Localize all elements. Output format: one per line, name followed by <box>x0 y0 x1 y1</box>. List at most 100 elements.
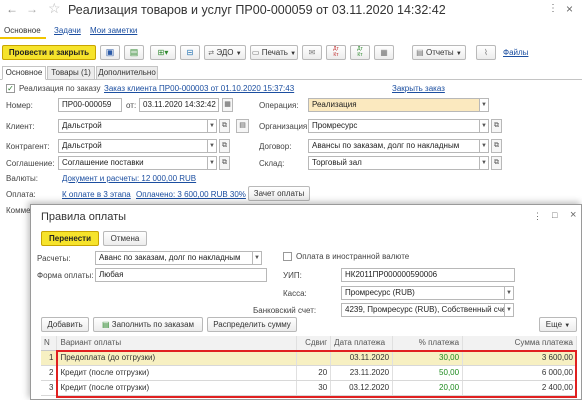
edo-button[interactable]: ⇄ ЭДО ▼ <box>204 45 246 60</box>
favorite-star-icon[interactable]: ☆ <box>48 0 61 17</box>
chevron-down-icon: ▼ <box>564 323 571 329</box>
tab-main[interactable]: Основное <box>2 66 46 80</box>
tab-goods[interactable]: Товары (1) <box>47 66 95 80</box>
operation-dropdown[interactable]: ▼ <box>479 98 489 112</box>
transfer-button[interactable]: Перенести <box>41 231 99 246</box>
organization-label: Организация: <box>259 122 310 131</box>
from-label: от: <box>126 101 137 110</box>
envelope-icon: ✉ <box>308 48 316 57</box>
add-button[interactable]: Добавить <box>41 317 89 332</box>
col-variant[interactable]: Вариант оплаты <box>56 336 298 351</box>
dt-kt-2-button[interactable]: Дт Кт <box>350 45 370 60</box>
more-dots-icon[interactable]: ⋮ <box>548 3 558 14</box>
order-link[interactable]: Заказ клиента ПР00-000003 от 01.10.2020 … <box>104 84 294 93</box>
warehouse-field[interactable]: Торговый зал <box>308 156 480 170</box>
more-button[interactable]: Еще ▼ <box>539 317 577 332</box>
warehouse-label: Склад: <box>259 159 285 168</box>
forward-arrow-icon[interactable]: → <box>26 2 38 16</box>
bank-account-label: Банковский счет: <box>253 306 317 315</box>
agreement-dropdown[interactable]: ▼ <box>207 156 217 170</box>
number-label: Номер: <box>6 101 33 110</box>
organization-field[interactable]: Промресурс <box>308 119 480 133</box>
row-n: 1 <box>41 350 58 366</box>
client-card-button[interactable]: ▤ <box>236 119 249 133</box>
organization-open-button[interactable]: ⧉ <box>491 119 502 133</box>
paid-link[interactable]: Оплачено: 3 600,00 RUB 30% <box>136 190 246 199</box>
close-icon[interactable]: × <box>566 2 573 16</box>
chevron-down-icon: ▼ <box>481 160 487 166</box>
post-button[interactable]: ▤ <box>124 45 144 60</box>
contract-open-button[interactable]: ⧉ <box>491 139 502 153</box>
payment-offset-button[interactable]: Зачет оплаты <box>248 186 310 201</box>
distribute-sum-button[interactable]: Распределить сумму <box>207 317 297 332</box>
nav-notes[interactable]: Мои заметки <box>90 26 137 35</box>
contract-field[interactable]: Авансы по заказам, долг по накладным <box>308 139 480 153</box>
uip-field[interactable]: НК2011ПР000000590006 <box>341 268 515 282</box>
print-label: Печать <box>261 48 288 57</box>
warehouse-open-button[interactable]: ⧉ <box>491 156 502 170</box>
nav-tasks[interactable]: Задачи <box>54 26 81 35</box>
number-field[interactable]: ПР00-000059 <box>58 98 122 112</box>
agreement-open-button[interactable]: ⧉ <box>219 156 230 170</box>
col-date[interactable]: Дата платежа <box>330 336 394 351</box>
col-sum[interactable]: Сумма платежа <box>462 336 577 351</box>
edo-label: ЭДО <box>216 48 234 57</box>
foreign-currency-label: Оплата в иностранной валюте <box>296 252 410 261</box>
print-button[interactable]: ▭ Печать ▼ <box>250 45 298 60</box>
files-link[interactable]: Файлы <box>503 48 528 57</box>
close-icon[interactable]: × <box>570 209 576 221</box>
payment-form-field[interactable]: Любая <box>95 268 267 282</box>
close-order-link[interactable]: Закрыть заказ <box>392 84 445 93</box>
date-field[interactable]: 03.11.2020 14:32:42 <box>139 98 219 112</box>
organization-dropdown[interactable]: ▼ <box>479 119 489 133</box>
warehouse-dropdown[interactable]: ▼ <box>479 156 489 170</box>
attach-button[interactable]: ⌇ <box>476 45 496 60</box>
client-open-button[interactable]: ⧉ <box>219 119 230 133</box>
operation-field[interactable]: Реализация <box>308 98 480 112</box>
bank-account-field[interactable]: 4239, Промресурс (RUB), Собственный счет <box>341 303 505 317</box>
counterparty-open-button[interactable]: ⧉ <box>219 139 230 153</box>
foreign-currency-checkbox[interactable] <box>283 252 292 261</box>
reports-button[interactable]: ▤ Отчеты ▼ <box>412 45 466 60</box>
tab-additional[interactable]: Дополнительно <box>96 66 158 80</box>
save-button[interactable]: ▣ <box>100 45 120 60</box>
by-order-checkbox[interactable]: ✓ <box>6 84 15 93</box>
counterparty-field[interactable]: Дальстрой <box>58 139 208 153</box>
mail-button[interactable]: ✉ <box>302 45 322 60</box>
counterparty-dropdown[interactable]: ▼ <box>207 139 217 153</box>
more-dots-icon[interactable]: ⋮ <box>533 211 542 222</box>
create-based-button[interactable]: ⊞▾ <box>150 45 176 60</box>
fill-by-orders-label: Заполнить по заказам <box>111 320 195 329</box>
row-n: 3 <box>41 380 58 396</box>
related-docs-button[interactable]: ⊟ <box>180 45 200 60</box>
contract-dropdown[interactable]: ▼ <box>479 139 489 153</box>
nav-main[interactable]: Основное <box>4 26 41 35</box>
col-pct[interactable]: % платежа <box>392 336 464 351</box>
cashbox-field[interactable]: Промресурс (RUB) <box>341 286 505 300</box>
col-n[interactable]: N <box>41 336 58 351</box>
bank-account-dropdown[interactable]: ▼ <box>504 303 514 317</box>
chevron-down-icon: ▼ <box>481 123 487 129</box>
table-button[interactable]: ▦ <box>374 45 394 60</box>
paperclip-icon: ⌇ <box>484 48 488 57</box>
operation-label: Операция: <box>259 101 299 110</box>
cancel-button[interactable]: Отмена <box>103 231 147 246</box>
currency-link[interactable]: Документ и расчеты: 12 000,00 RUB <box>62 174 196 183</box>
chevron-down-icon: ▼ <box>290 51 297 57</box>
settlements-field[interactable]: Аванс по заказам, долг по накладным <box>95 251 253 265</box>
fill-by-orders-button[interactable]: ▤ Заполнить по заказам <box>93 317 203 332</box>
calendar-button[interactable]: ▦ <box>222 98 233 112</box>
open-link-icon: ⧉ <box>222 142 227 149</box>
post-close-button[interactable]: Провести и закрыть <box>2 45 96 60</box>
agreement-field[interactable]: Соглашение поставки <box>58 156 208 170</box>
back-arrow-icon[interactable]: ← <box>6 2 18 16</box>
cashbox-dropdown[interactable]: ▼ <box>504 286 514 300</box>
client-field[interactable]: Дальстрой <box>58 119 208 133</box>
client-dropdown[interactable]: ▼ <box>207 119 217 133</box>
payment-stages-link[interactable]: К оплате в 3 этапа <box>62 190 131 199</box>
maximize-icon[interactable]: □ <box>552 210 557 220</box>
settlements-dropdown[interactable]: ▼ <box>252 251 262 265</box>
card-icon: ▤ <box>239 122 246 129</box>
col-shift[interactable]: Сдвиг <box>296 336 332 351</box>
dt-kt-button[interactable]: Дт Кт <box>326 45 346 60</box>
